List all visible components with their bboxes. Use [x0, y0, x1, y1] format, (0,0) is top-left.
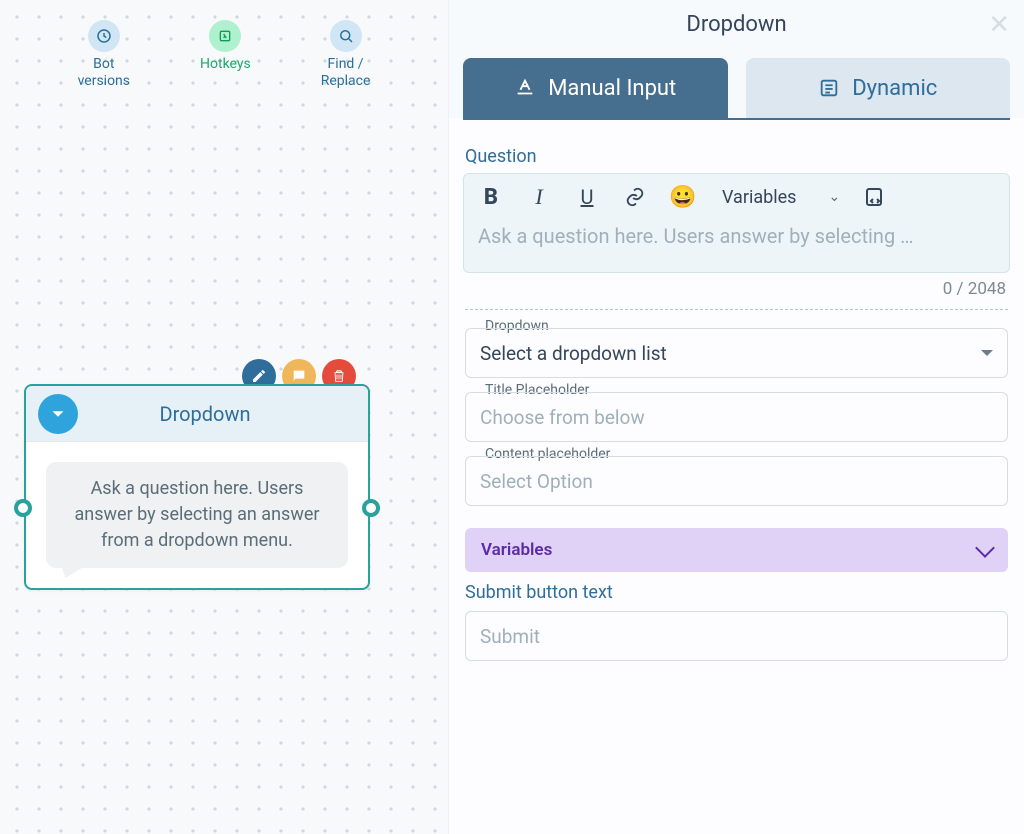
side-panel: Dropdown ✕ Manual Input Dynamic Question… — [448, 0, 1024, 834]
tool-label: Find / Replace — [321, 56, 371, 90]
tool-bot-versions[interactable]: Bot versions — [78, 20, 130, 90]
divider — [465, 309, 1008, 310]
node-body: Ask a question here. Users answer by sel… — [26, 442, 368, 588]
tool-hotkeys[interactable]: Hotkeys — [200, 20, 251, 90]
panel-tabs: Manual Input Dynamic — [449, 48, 1024, 118]
caret-down-icon — [981, 350, 993, 356]
question-input[interactable]: Ask a question here. Users answer by sel… — [464, 220, 1009, 272]
node-group: Dropdown Ask a question here. Users answ… — [24, 384, 370, 590]
bold-button[interactable]: B — [478, 184, 504, 210]
title-placeholder-field: Title Placeholder Choose from below — [465, 392, 1008, 442]
emoji-button[interactable]: 😀 — [670, 184, 696, 210]
keyboard-icon — [209, 20, 241, 52]
underline-button[interactable]: U — [574, 184, 600, 210]
chevron-down-icon: ⌄ — [828, 189, 840, 205]
node-title: Dropdown — [94, 402, 356, 426]
close-icon[interactable]: ✕ — [988, 10, 1010, 40]
bubble-tail — [55, 564, 88, 578]
tool-label: Bot versions — [78, 56, 130, 90]
tab-label: Dynamic — [852, 76, 937, 101]
panel-title: Dropdown — [686, 12, 786, 37]
canvas-toolbar: Bot versions Hotkeys Find / Replace — [0, 20, 448, 90]
char-counter: 0 / 2048 — [463, 279, 1006, 299]
content-placeholder-field: Content placeholder Select Option — [465, 456, 1008, 506]
editor-toolbar: B I U 😀 Variables ⌄ — [464, 174, 1009, 220]
submit-text-input[interactable]: Submit — [465, 611, 1008, 661]
submit-text-value: Submit — [480, 625, 540, 648]
panel-body: Question B I U 😀 Variables ⌄ Ask a quest… — [449, 120, 1024, 681]
dropdown-field: Dropdown Select a dropdown list — [465, 328, 1008, 378]
accordion-label: Variables — [481, 540, 552, 560]
list-icon — [818, 77, 840, 99]
dropdown-icon — [38, 394, 78, 434]
node-header: Dropdown — [26, 386, 368, 442]
canvas[interactable]: Bot versions Hotkeys Find / Replace — [0, 0, 448, 834]
variables-dropdown[interactable]: Variables ⌄ — [722, 187, 840, 208]
dropdown-select[interactable]: Select a dropdown list — [465, 328, 1008, 378]
title-placeholder-input[interactable]: Choose from below — [465, 392, 1008, 442]
port-out[interactable] — [362, 499, 380, 517]
node-message-text: Ask a question here. Users answer by sel… — [75, 478, 320, 551]
tab-dynamic[interactable]: Dynamic — [746, 58, 1011, 118]
question-editor: B I U 😀 Variables ⌄ Ask a question here.… — [463, 173, 1010, 273]
tab-manual-input[interactable]: Manual Input — [463, 58, 728, 118]
chevron-down-icon — [975, 538, 995, 558]
content-placeholder-input[interactable]: Select Option — [465, 456, 1008, 506]
tab-label: Manual Input — [548, 76, 676, 101]
content-placeholder-value: Select Option — [480, 470, 593, 493]
text-icon — [514, 77, 536, 99]
dropdown-value: Select a dropdown list — [480, 342, 667, 365]
tool-label: Hotkeys — [200, 56, 251, 73]
tool-find-replace[interactable]: Find / Replace — [321, 20, 371, 90]
question-label: Question — [465, 146, 1010, 167]
variables-label: Variables — [722, 187, 796, 208]
title-placeholder-value: Choose from below — [480, 406, 645, 429]
clock-icon — [88, 20, 120, 52]
port-in[interactable] — [14, 499, 32, 517]
dropdown-node[interactable]: Dropdown Ask a question here. Users answ… — [24, 384, 370, 590]
submit-label: Submit button text — [465, 582, 1010, 603]
search-icon — [330, 20, 362, 52]
variables-accordion[interactable]: Variables — [465, 528, 1008, 572]
node-message: Ask a question here. Users answer by sel… — [46, 462, 348, 568]
code-button[interactable] — [862, 184, 888, 210]
link-button[interactable] — [622, 184, 648, 210]
italic-button[interactable]: I — [526, 184, 552, 210]
panel-header: Dropdown ✕ — [449, 0, 1024, 48]
